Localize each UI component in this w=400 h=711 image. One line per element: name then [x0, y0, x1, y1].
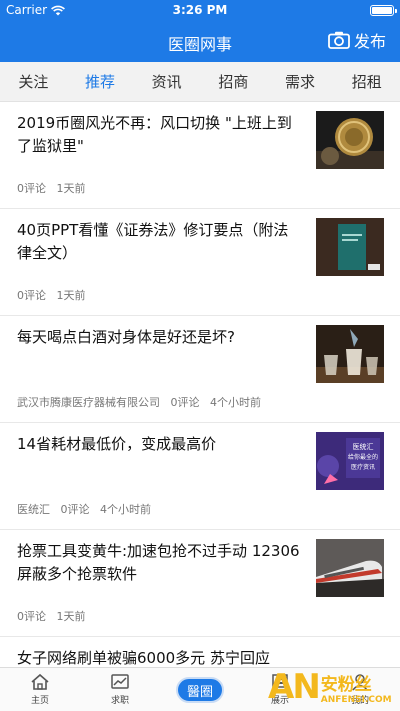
article-thumbnail — [316, 111, 384, 169]
list-item[interactable]: 抢票工具变黄牛:加速包抢不过手动 12306屏蔽多个抢票软件 0评论 1天前 — [0, 530, 400, 637]
watermark-en: ANFENSI.COM — [320, 694, 392, 705]
article-title: 40页PPT看懂《证券法》修订要点（附法律全文） — [17, 221, 289, 262]
bottom-tab-label: 求职 — [110, 696, 129, 706]
article-meta: 0评论 1天前 — [17, 608, 93, 624]
comment-count: 0评论 — [170, 396, 200, 409]
camera-icon — [328, 31, 350, 49]
article-title-partial[interactable]: 女子网络刷单被骗6000多元 苏宁回应 — [17, 647, 270, 668]
article-meta: 0评论 1天前 — [17, 287, 93, 303]
job-icon — [111, 674, 129, 689]
bottom-tab-home[interactable]: 主页 — [0, 668, 80, 711]
article-thumbnail: 医统汇 给你最全的 医疗资讯 — [316, 432, 384, 490]
comment-count: 0评论 — [17, 610, 46, 623]
bottom-tab-job[interactable]: 求职 — [80, 668, 160, 711]
battery-icon — [370, 5, 397, 16]
article-thumbnail — [316, 325, 384, 383]
publish-time: 1天前 — [56, 182, 86, 195]
publish-time: 1天前 — [56, 289, 86, 302]
watermark-letters: AN — [268, 667, 321, 707]
article-title: 2019币圈风光不再：风口切换 "上班上到了监狱里" — [17, 114, 292, 155]
thumb-text-3: 医疗资讯 — [351, 463, 375, 471]
tab-investment[interactable]: 招商 — [200, 62, 267, 102]
article-meta: 医统汇 0评论 4个小时前 — [17, 501, 158, 517]
tab-demand[interactable]: 需求 — [267, 62, 334, 102]
comment-count: 0评论 — [17, 289, 46, 302]
bottom-tab-label: 主页 — [30, 696, 49, 706]
list-item[interactable]: 40页PPT看懂《证券法》修订要点（附法律全文） 0评论 1天前 — [0, 209, 400, 316]
article-title: 每天喝点白酒对身体是好还是坏? — [17, 328, 235, 346]
watermark-cn: 安粉丝 — [320, 674, 372, 695]
watermark-text: 安粉丝 ANFENSI.COM — [321, 670, 392, 705]
thumb-text-1: 医统汇 — [353, 442, 374, 451]
status-time: 3:26 PM — [172, 3, 228, 17]
article-title: 抢票工具变黄牛:加速包抢不过手动 12306屏蔽多个抢票软件 — [17, 542, 300, 583]
publish-time: 1天前 — [56, 610, 86, 623]
list-item[interactable]: 2019币圈风光不再：风口切换 "上班上到了监狱里" 0评论 1天前 — [0, 102, 400, 209]
thumb-text-2: 给你最全的 — [348, 453, 378, 461]
bottom-tab-center[interactable]: 醫圈 — [160, 668, 240, 711]
article-source: 武汉市腾康医疗器械有限公司 — [17, 396, 160, 409]
publish-time: 4个小时前 — [210, 396, 261, 409]
article-meta: 0评论 1天前 — [17, 180, 93, 196]
article-source: 医统汇 — [17, 503, 50, 516]
watermark-logo: AN 安粉丝 ANFENSI.COM — [268, 663, 398, 711]
list-item[interactable]: 14省耗材最低价，变成最高价 医统汇 0评论 4个小时前 医统汇 给你最全的 医… — [0, 423, 400, 530]
comment-count: 0评论 — [60, 503, 90, 516]
article-title: 14省耗材最低价，变成最高价 — [17, 435, 217, 453]
list-item[interactable]: 每天喝点白酒对身体是好还是坏? 武汉市腾康医疗器械有限公司 0评论 4个小时前 — [0, 316, 400, 423]
article-thumbnail — [316, 539, 384, 597]
tab-rent[interactable]: 招租 — [333, 62, 400, 102]
tab-follow[interactable]: 关注 — [0, 62, 67, 102]
publish-time: 4个小时前 — [100, 503, 151, 516]
home-icon — [31, 673, 49, 690]
tab-news[interactable]: 资讯 — [133, 62, 200, 102]
publish-button[interactable]: 发布 — [328, 28, 386, 52]
article-thumbnail — [316, 218, 384, 276]
nav-bar: 医圈网事 发布 — [0, 20, 400, 62]
publish-label: 发布 — [353, 32, 386, 51]
article-meta: 武汉市腾康医疗器械有限公司 0评论 4个小时前 — [17, 394, 268, 410]
status-bar: Carrier 3:26 PM — [0, 0, 400, 20]
category-tabs: 关注 推荐 资讯 招商 需求 招租 — [0, 62, 400, 102]
article-feed: 2019币圈风光不再：风口切换 "上班上到了监狱里" 0评论 1天前 40页PP… — [0, 102, 400, 637]
center-logo-icon: 醫圈 — [176, 677, 224, 703]
comment-count: 0评论 — [17, 182, 46, 195]
tab-recommend[interactable]: 推荐 — [67, 62, 134, 102]
